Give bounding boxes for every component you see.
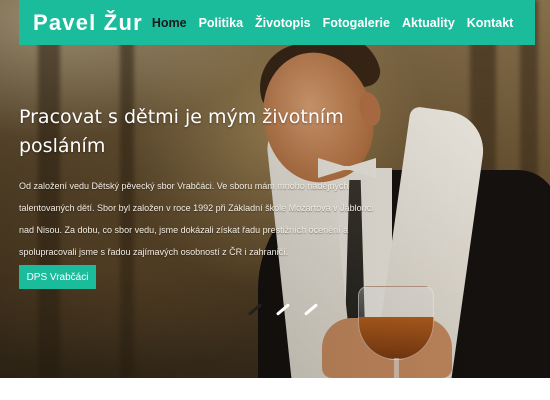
slider-indicator-1[interactable] xyxy=(246,302,264,316)
slider-indicators xyxy=(246,302,320,316)
nav-item-aktuality[interactable]: Aktuality xyxy=(402,16,455,30)
indicator-bar xyxy=(303,302,319,316)
slider-indicator-3[interactable] xyxy=(302,302,320,316)
site-brand[interactable]: Pavel Žur xyxy=(33,10,143,36)
nav-item-zivotopis[interactable]: Životopis xyxy=(255,16,311,30)
slider-indicator-2[interactable] xyxy=(274,302,292,316)
dps-vrabcaci-button[interactable]: DPS Vrabčáci xyxy=(19,265,96,289)
main-nav: Home Politika Životopis Fotogalerie Aktu… xyxy=(152,16,525,30)
nav-item-home[interactable]: Home xyxy=(152,16,187,30)
slide-caption: Pracovat s dětmi je mým životním poslání… xyxy=(19,103,384,263)
nav-item-fotogalerie[interactable]: Fotogalerie xyxy=(323,16,390,30)
navbar: Pavel Žur Home Politika Životopis Fotoga… xyxy=(19,0,535,45)
slide-headline: Pracovat s dětmi je mým životním poslání… xyxy=(19,106,344,157)
slide-description: Od založení vedu Dětský pěvecký sbor Vra… xyxy=(19,181,374,257)
content-area xyxy=(0,378,550,400)
nav-item-kontakt[interactable]: Kontakt xyxy=(467,16,514,30)
indicator-bar xyxy=(247,302,263,316)
indicator-bar xyxy=(275,302,291,316)
nav-item-politika[interactable]: Politika xyxy=(199,16,243,30)
